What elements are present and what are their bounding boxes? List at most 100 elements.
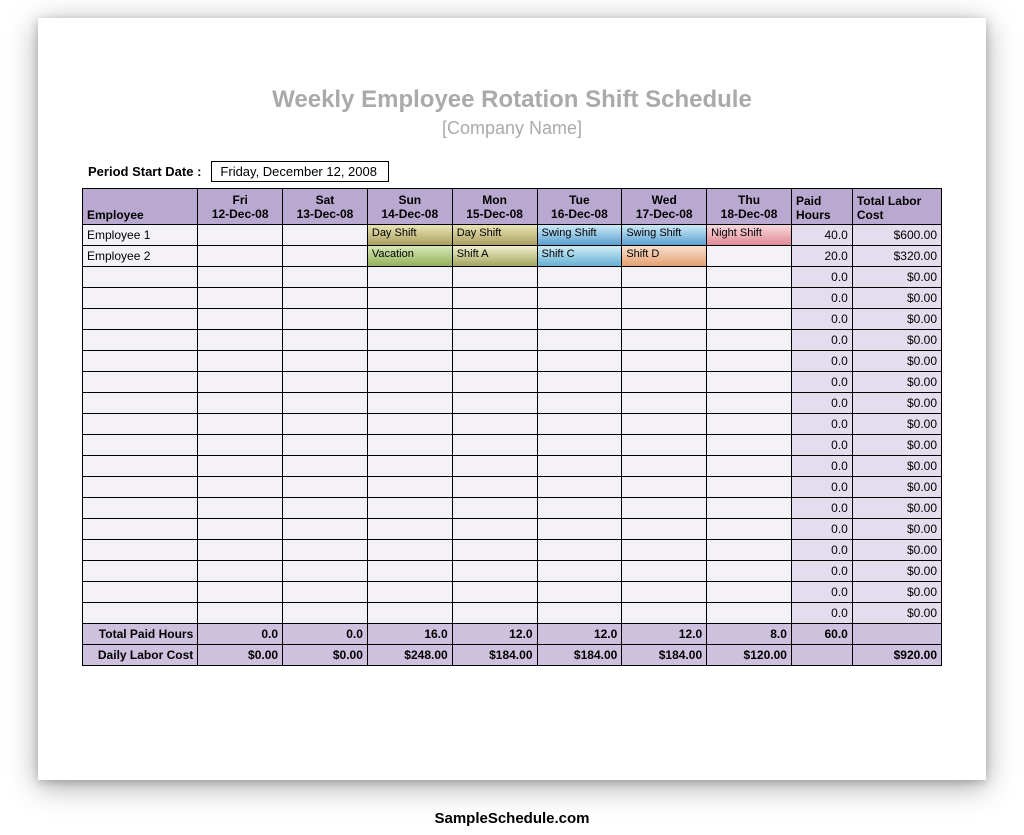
- shift-cell[interactable]: [367, 267, 452, 288]
- shift-cell[interactable]: Swing Shift: [537, 225, 622, 246]
- shift-cell[interactable]: [283, 351, 368, 372]
- shift-cell[interactable]: [283, 393, 368, 414]
- shift-cell[interactable]: [198, 267, 283, 288]
- shift-cell[interactable]: [452, 372, 537, 393]
- shift-cell[interactable]: [452, 582, 537, 603]
- shift-cell[interactable]: [367, 330, 452, 351]
- shift-cell[interactable]: [537, 603, 622, 624]
- shift-cell[interactable]: [367, 435, 452, 456]
- shift-cell[interactable]: Shift A: [452, 246, 537, 267]
- shift-cell[interactable]: [622, 330, 707, 351]
- shift-cell[interactable]: [367, 540, 452, 561]
- shift-cell[interactable]: [198, 435, 283, 456]
- shift-cell[interactable]: [198, 372, 283, 393]
- shift-cell[interactable]: [537, 330, 622, 351]
- shift-cell[interactable]: [622, 414, 707, 435]
- shift-cell[interactable]: [283, 477, 368, 498]
- shift-cell[interactable]: [537, 477, 622, 498]
- shift-cell[interactable]: [283, 267, 368, 288]
- shift-cell[interactable]: [283, 561, 368, 582]
- shift-cell[interactable]: [452, 435, 537, 456]
- shift-cell[interactable]: [283, 498, 368, 519]
- shift-cell[interactable]: [452, 540, 537, 561]
- shift-cell[interactable]: [283, 330, 368, 351]
- shift-cell[interactable]: [198, 330, 283, 351]
- shift-cell[interactable]: [198, 561, 283, 582]
- shift-cell[interactable]: [622, 309, 707, 330]
- shift-cell[interactable]: [707, 540, 792, 561]
- shift-cell[interactable]: [198, 288, 283, 309]
- shift-cell[interactable]: [622, 393, 707, 414]
- employee-name-cell[interactable]: [83, 498, 198, 519]
- shift-cell[interactable]: [367, 456, 452, 477]
- shift-cell[interactable]: [452, 393, 537, 414]
- shift-cell[interactable]: [452, 603, 537, 624]
- shift-cell[interactable]: [707, 393, 792, 414]
- shift-cell[interactable]: [283, 288, 368, 309]
- shift-cell[interactable]: [707, 288, 792, 309]
- employee-name-cell[interactable]: [83, 561, 198, 582]
- shift-cell[interactable]: Vacation: [367, 246, 452, 267]
- employee-name-cell[interactable]: [83, 519, 198, 540]
- shift-cell[interactable]: [622, 288, 707, 309]
- shift-cell[interactable]: [537, 540, 622, 561]
- employee-name-cell[interactable]: [83, 456, 198, 477]
- shift-cell[interactable]: [707, 309, 792, 330]
- shift-cell[interactable]: [537, 309, 622, 330]
- shift-cell[interactable]: [367, 561, 452, 582]
- shift-cell[interactable]: [622, 603, 707, 624]
- shift-cell[interactable]: [452, 477, 537, 498]
- shift-cell[interactable]: [367, 477, 452, 498]
- shift-cell[interactable]: [537, 351, 622, 372]
- shift-cell[interactable]: [198, 225, 283, 246]
- employee-name-cell[interactable]: Employee 1: [83, 225, 198, 246]
- shift-cell[interactable]: [452, 498, 537, 519]
- shift-cell[interactable]: [452, 330, 537, 351]
- shift-cell[interactable]: [537, 414, 622, 435]
- shift-cell[interactable]: Night Shift: [707, 225, 792, 246]
- shift-cell[interactable]: [283, 582, 368, 603]
- shift-cell[interactable]: Day Shift: [367, 225, 452, 246]
- shift-cell[interactable]: [283, 540, 368, 561]
- employee-name-cell[interactable]: [83, 414, 198, 435]
- employee-name-cell[interactable]: [83, 582, 198, 603]
- period-start-value[interactable]: Friday, December 12, 2008: [211, 161, 389, 182]
- shift-cell[interactable]: [622, 267, 707, 288]
- shift-cell[interactable]: [198, 309, 283, 330]
- shift-cell[interactable]: [198, 540, 283, 561]
- shift-cell[interactable]: [198, 519, 283, 540]
- shift-cell[interactable]: [283, 372, 368, 393]
- shift-cell[interactable]: [707, 519, 792, 540]
- shift-cell[interactable]: [283, 309, 368, 330]
- shift-cell[interactable]: [452, 519, 537, 540]
- shift-cell[interactable]: [707, 351, 792, 372]
- shift-cell[interactable]: [198, 477, 283, 498]
- shift-cell[interactable]: [367, 414, 452, 435]
- shift-cell[interactable]: [452, 351, 537, 372]
- shift-cell[interactable]: [707, 498, 792, 519]
- shift-cell[interactable]: [283, 246, 368, 267]
- shift-cell[interactable]: [198, 351, 283, 372]
- shift-cell[interactable]: [198, 246, 283, 267]
- shift-cell[interactable]: [707, 267, 792, 288]
- shift-cell[interactable]: [622, 582, 707, 603]
- shift-cell[interactable]: [198, 456, 283, 477]
- shift-cell[interactable]: [537, 288, 622, 309]
- shift-cell[interactable]: [707, 435, 792, 456]
- shift-cell[interactable]: [622, 498, 707, 519]
- shift-cell[interactable]: [367, 603, 452, 624]
- shift-cell[interactable]: [707, 330, 792, 351]
- shift-cell[interactable]: [283, 414, 368, 435]
- shift-cell[interactable]: [283, 435, 368, 456]
- employee-name-cell[interactable]: [83, 477, 198, 498]
- shift-cell[interactable]: [283, 456, 368, 477]
- shift-cell[interactable]: [198, 393, 283, 414]
- shift-cell[interactable]: [537, 267, 622, 288]
- shift-cell[interactable]: [198, 498, 283, 519]
- shift-cell[interactable]: [707, 477, 792, 498]
- shift-cell[interactable]: [537, 498, 622, 519]
- shift-cell[interactable]: [622, 351, 707, 372]
- shift-cell[interactable]: [452, 309, 537, 330]
- shift-cell[interactable]: [622, 561, 707, 582]
- shift-cell[interactable]: [707, 456, 792, 477]
